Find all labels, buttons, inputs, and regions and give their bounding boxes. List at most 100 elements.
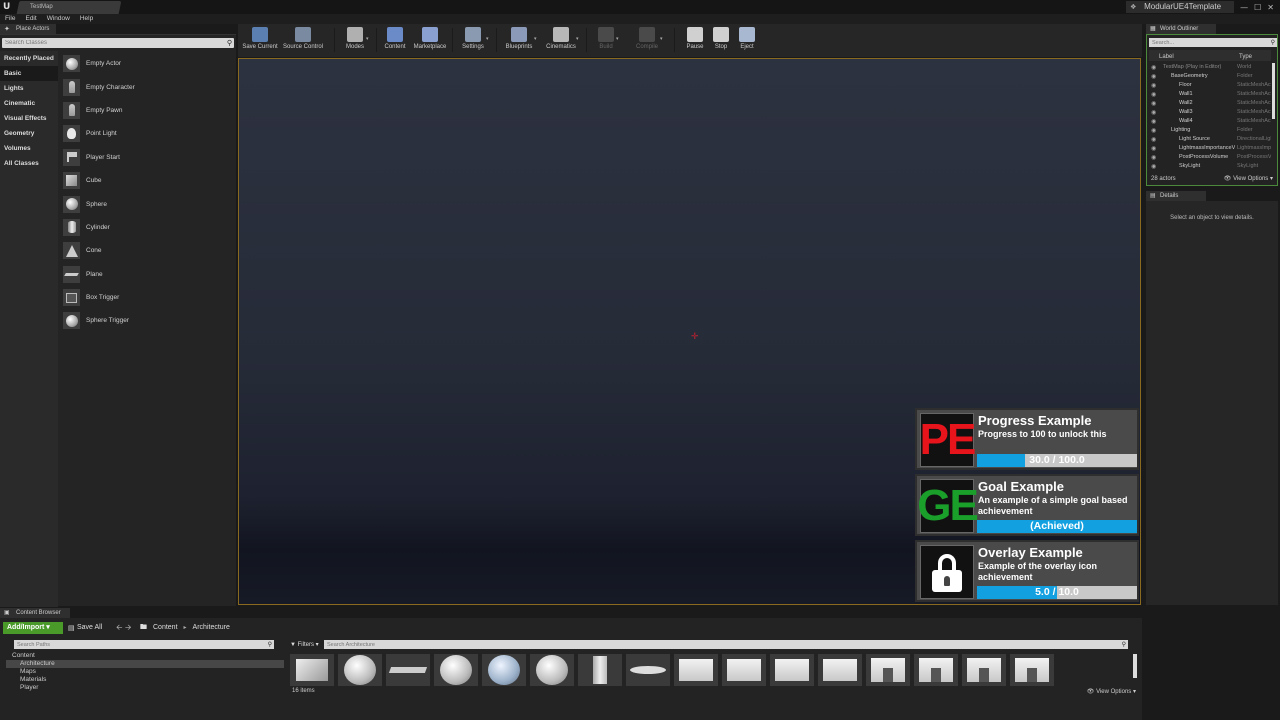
actor-item[interactable]: Box Trigger bbox=[60, 286, 236, 309]
dropdown-arrow-icon[interactable]: ▾ bbox=[660, 36, 663, 42]
asset-tile[interactable] bbox=[434, 654, 478, 686]
dropdown-arrow-icon[interactable]: ▾ bbox=[576, 36, 579, 42]
menu-help[interactable]: Help bbox=[80, 14, 93, 24]
view-options-button[interactable]: 👁 View Options ▾ bbox=[1087, 688, 1136, 695]
outliner-row[interactable]: ◉ SkyLight SkyLight bbox=[1149, 162, 1271, 171]
folder-item[interactable]: Content bbox=[6, 652, 284, 660]
asset-tile[interactable] bbox=[722, 654, 766, 686]
cinematics-button[interactable]: Cinematics bbox=[544, 26, 578, 56]
category-item[interactable]: Volumes bbox=[0, 141, 58, 156]
column-label[interactable]: Label bbox=[1159, 50, 1174, 64]
dropdown-arrow-icon[interactable]: ▾ bbox=[534, 36, 537, 42]
visibility-eye-icon[interactable]: ◉ bbox=[1151, 63, 1156, 72]
folder-item[interactable]: Player bbox=[6, 684, 284, 692]
place-actors-tab[interactable]: Place Actors bbox=[0, 24, 56, 34]
visibility-eye-icon[interactable]: ◉ bbox=[1151, 108, 1156, 117]
dropdown-arrow-icon[interactable]: ▾ bbox=[616, 36, 619, 42]
visibility-eye-icon[interactable]: ◉ bbox=[1151, 135, 1156, 144]
pause-button[interactable]: Pause bbox=[684, 26, 706, 56]
category-item[interactable]: Basic bbox=[0, 66, 58, 81]
actor-item[interactable]: Cone bbox=[60, 239, 236, 262]
visibility-eye-icon[interactable]: ◉ bbox=[1151, 126, 1156, 135]
breadcrumb-content[interactable]: Content bbox=[153, 622, 178, 634]
actor-item[interactable]: Plane bbox=[60, 263, 236, 286]
outliner-scrollbar[interactable] bbox=[1272, 63, 1275, 119]
folder-item[interactable]: Materials bbox=[6, 676, 284, 684]
category-item[interactable]: Recently Placed bbox=[0, 51, 58, 66]
outliner-search-input[interactable] bbox=[1149, 38, 1265, 47]
asset-tile[interactable] bbox=[914, 654, 958, 686]
world-outliner-tab[interactable]: World Outliner bbox=[1146, 24, 1216, 34]
assets-search-input[interactable] bbox=[324, 640, 1104, 649]
stop-button[interactable]: Stop bbox=[710, 26, 732, 56]
minimize-icon[interactable]: — bbox=[1240, 3, 1248, 12]
category-item[interactable]: Lights bbox=[0, 81, 58, 96]
menu-window[interactable]: Window bbox=[47, 14, 70, 24]
outliner-row[interactable]: ◉ Wall4 StaticMeshActor bbox=[1149, 117, 1271, 126]
outliner-row[interactable]: ◉ TestMap (Play in Editor) World bbox=[1149, 63, 1271, 72]
outliner-row[interactable]: ◉ Wall2 StaticMeshActor bbox=[1149, 99, 1271, 108]
asset-scrollbar[interactable] bbox=[1133, 654, 1137, 678]
save-current-button[interactable]: Save Current bbox=[240, 26, 280, 56]
actor-item[interactable]: Sphere bbox=[60, 192, 236, 215]
category-item[interactable]: Cinematic bbox=[0, 96, 58, 111]
menu-edit[interactable]: Edit bbox=[25, 14, 36, 24]
actor-item[interactable]: Empty Pawn bbox=[60, 99, 236, 122]
forward-icon[interactable]: 🡪 bbox=[125, 623, 132, 632]
category-item[interactable]: Geometry bbox=[0, 126, 58, 141]
asset-tile[interactable] bbox=[866, 654, 910, 686]
actor-item[interactable]: Cube bbox=[60, 169, 236, 192]
actor-item[interactable]: Empty Actor bbox=[60, 52, 236, 75]
outliner-row[interactable]: ◉ Floor StaticMeshActor bbox=[1149, 81, 1271, 90]
asset-tile[interactable] bbox=[338, 654, 382, 686]
save-all-button[interactable]: Save All bbox=[68, 622, 102, 634]
actor-item[interactable]: Sphere Trigger bbox=[60, 309, 236, 332]
outliner-row[interactable]: ◉ Light Source DirectionalLight bbox=[1149, 135, 1271, 144]
actor-item[interactable]: Cylinder bbox=[60, 216, 236, 239]
folder-item[interactable]: Architecture bbox=[6, 660, 284, 668]
outliner-row[interactable]: ◉ BaseGeometry Folder bbox=[1149, 72, 1271, 81]
category-item[interactable]: All Classes bbox=[0, 156, 58, 171]
outliner-row[interactable]: ◉ Lighting Folder bbox=[1149, 126, 1271, 135]
blueprints-button[interactable]: Blueprints bbox=[502, 26, 536, 56]
filters-button[interactable]: ▼ Filters ▾ bbox=[290, 640, 319, 650]
actor-item[interactable]: Player Start bbox=[60, 146, 236, 169]
asset-tile[interactable] bbox=[578, 654, 622, 686]
asset-tile[interactable] bbox=[530, 654, 574, 686]
asset-tile[interactable] bbox=[626, 654, 670, 686]
breadcrumb-architecture[interactable]: Architecture bbox=[193, 622, 230, 634]
source-control-button[interactable]: Source Control bbox=[282, 26, 324, 56]
marketplace-button[interactable]: Marketplace bbox=[412, 26, 448, 56]
asset-tile[interactable] bbox=[962, 654, 1006, 686]
visibility-eye-icon[interactable]: ◉ bbox=[1151, 144, 1156, 153]
details-tab[interactable]: Details bbox=[1146, 191, 1206, 201]
level-viewport[interactable]: ✛ PE Progress Example Progress to 100 to u… bbox=[238, 58, 1141, 605]
view-options-button[interactable]: 👁 View Options ▾ bbox=[1224, 173, 1273, 185]
content-browser-tab[interactable]: Content Browser bbox=[0, 608, 70, 618]
content-button[interactable]: Content bbox=[382, 26, 408, 56]
outliner-row[interactable]: ◉ Wall3 StaticMeshActor bbox=[1149, 108, 1271, 117]
actor-item[interactable]: Point Light bbox=[60, 122, 236, 145]
dropdown-arrow-icon[interactable]: ▾ bbox=[366, 36, 369, 42]
visibility-eye-icon[interactable]: ◉ bbox=[1151, 90, 1156, 99]
settings-button[interactable]: Settings bbox=[458, 26, 488, 56]
asset-tile[interactable] bbox=[290, 654, 334, 686]
back-icon[interactable]: 🡨 bbox=[116, 623, 123, 632]
asset-tile[interactable] bbox=[386, 654, 430, 686]
menu-file[interactable]: File bbox=[5, 14, 15, 24]
asset-tile[interactable] bbox=[770, 654, 814, 686]
visibility-eye-icon[interactable]: ◉ bbox=[1151, 117, 1156, 126]
actor-item[interactable]: Empty Character bbox=[60, 75, 236, 98]
maximize-icon[interactable]: ☐ bbox=[1254, 3, 1261, 12]
category-item[interactable]: Visual Effects bbox=[0, 111, 58, 126]
visibility-eye-icon[interactable]: ◉ bbox=[1151, 99, 1156, 108]
outliner-row[interactable]: ◉ LightmassImportanceVolumeLightmassImpor… bbox=[1149, 144, 1271, 153]
paths-search-input[interactable] bbox=[14, 640, 254, 649]
visibility-eye-icon[interactable]: ◉ bbox=[1151, 72, 1156, 81]
column-type[interactable]: Type bbox=[1239, 50, 1252, 64]
outliner-row[interactable]: ◉ PostProcessVolume PostProcessVolume bbox=[1149, 153, 1271, 162]
add-import-button[interactable]: Add/Import ▾ bbox=[3, 622, 63, 634]
asset-tile[interactable] bbox=[674, 654, 718, 686]
asset-tile[interactable] bbox=[482, 654, 526, 686]
level-tab[interactable]: TestMap bbox=[16, 1, 122, 14]
